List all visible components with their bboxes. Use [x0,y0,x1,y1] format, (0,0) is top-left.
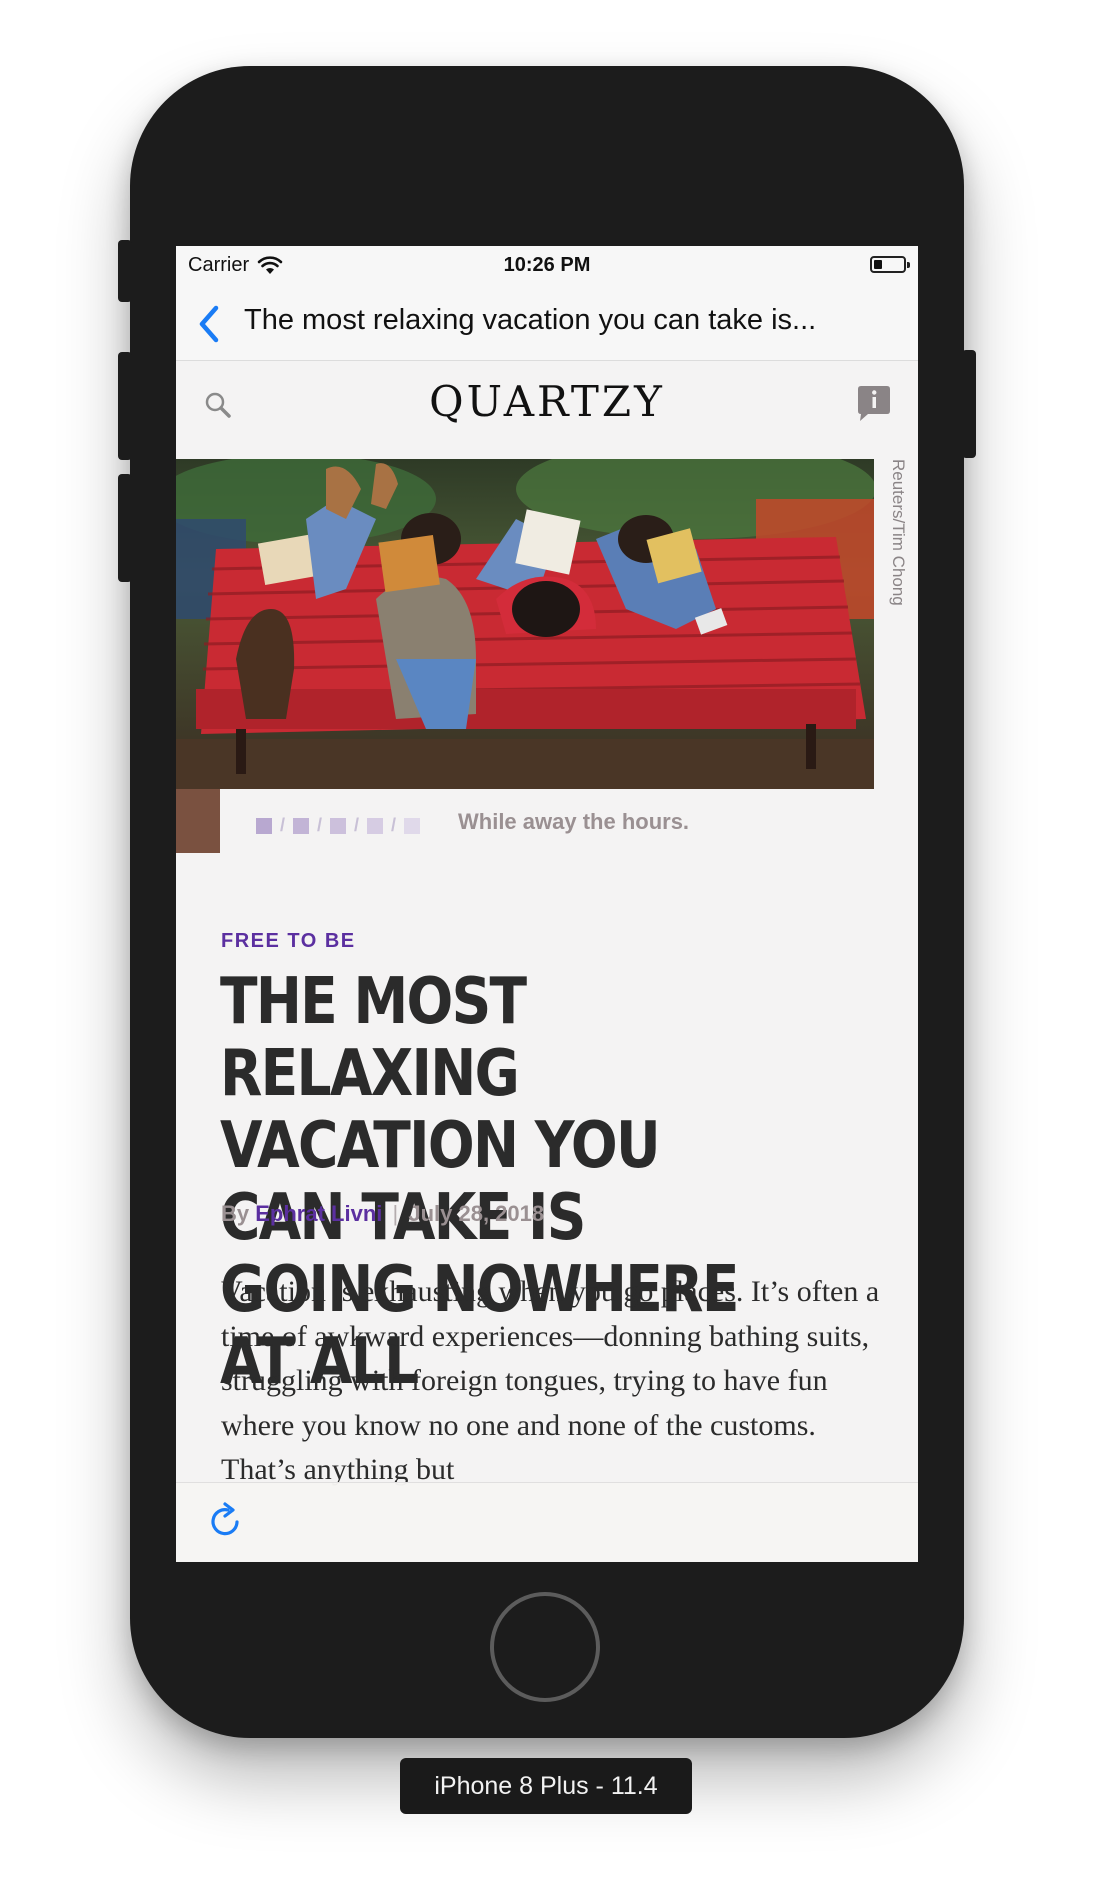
status-bar: Carrier 10:26 PM [176,246,918,286]
pager-separator: / [317,815,323,835]
pager-separator: / [280,815,286,835]
bottom-toolbar [176,1482,918,1562]
gallery-pager[interactable]: / / / / [256,815,421,836]
quartzy-logo[interactable]: QUARTZY [176,377,918,426]
pager-separator: / [391,815,397,835]
refresh-icon[interactable] [206,1501,246,1541]
battery-nub [907,262,910,268]
caption-text: While away the hours. [458,809,690,834]
byline-separator: | [392,1201,399,1226]
navigation-bar: The most relaxing vacation you can take … [176,286,918,361]
hero-image [176,459,874,789]
author-link[interactable]: Ephrat Livni [255,1201,382,1226]
article-byline: By Ephrat Livni | July 28, 2018 [221,1201,544,1227]
battery-level [874,260,882,269]
pager-dot[interactable] [330,817,347,834]
home-button[interactable] [490,1592,600,1702]
article-body: Vacation is exhausting when you go place… [221,1275,880,1486]
photo-credit: Reuters/Tim Chong [884,459,912,649]
hero-photo [176,459,874,789]
simulator-device-label: iPhone 8 Plus - 11.4 [400,1758,692,1814]
back-chevron-icon[interactable] [194,302,228,346]
pager-dot[interactable] [367,817,384,834]
caption-accent-strip [176,789,220,853]
article-date: July 28, 2018 [408,1201,545,1226]
pager-dot[interactable] [293,817,310,834]
hero-caption: / / / / While away the hours. [220,789,874,859]
power-button [962,350,976,458]
byline-prefix: By [221,1201,250,1226]
info-bubble-icon[interactable] [854,383,894,423]
volume-down-button [118,474,132,582]
phone-screen: Carrier 10:26 PM The most relaxing vacat… [176,246,918,1562]
status-time: 10:26 PM [503,254,591,276]
article-kicker[interactable]: FREE TO BE [221,930,356,953]
photo-credit-text: Reuters/Tim Chong [889,459,908,606]
nav-title: The most relaxing vacation you can take … [244,304,817,336]
site-header: QUARTZY [176,361,918,459]
pager-separator: / [354,815,360,835]
battery-icon [870,256,910,273]
mute-switch [118,240,132,302]
pager-dot[interactable] [256,817,272,834]
volume-up-button [118,352,132,460]
pager-dot[interactable] [404,817,421,834]
